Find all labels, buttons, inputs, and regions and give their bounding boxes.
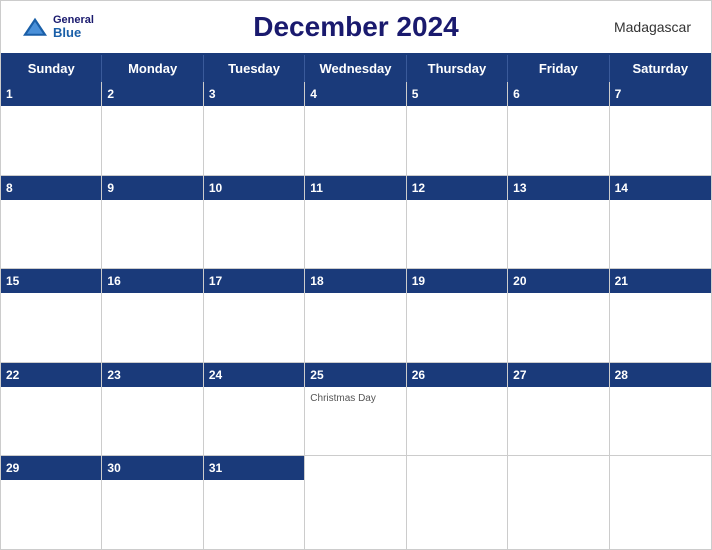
week-row-5: 29 30 31 (1, 456, 711, 549)
day-cell (610, 456, 711, 549)
day-cell: 18 (305, 269, 406, 362)
day-cell: 3 (204, 82, 305, 175)
day-cell: 24 (204, 363, 305, 456)
day-cell: 5 (407, 82, 508, 175)
calendar-grid: Sunday Monday Tuesday Wednesday Thursday… (1, 53, 711, 549)
day-number: 5 (412, 87, 419, 101)
week-row-1: 1 2 3 4 5 6 7 (1, 82, 711, 176)
day-cell (305, 456, 406, 549)
header-monday: Monday (102, 55, 203, 82)
day-cell: 2 (102, 82, 203, 175)
day-number: 15 (6, 274, 19, 288)
header-thursday: Thursday (407, 55, 508, 82)
header-saturday: Saturday (610, 55, 711, 82)
header-sunday: Sunday (1, 55, 102, 82)
day-number: 16 (107, 274, 120, 288)
day-cell: 26 (407, 363, 508, 456)
day-cell: 9 (102, 176, 203, 269)
day-cell: 4 (305, 82, 406, 175)
day-number: 26 (412, 368, 425, 382)
week-row-2: 8 9 10 11 12 13 14 (1, 176, 711, 270)
day-cell: 12 (407, 176, 508, 269)
day-cell: 23 (102, 363, 203, 456)
week-row-3: 15 16 17 18 19 20 21 (1, 269, 711, 363)
event-label: Christmas Day (310, 393, 400, 405)
day-number: 14 (615, 181, 628, 195)
day-cell: 28 (610, 363, 711, 456)
day-number: 8 (6, 181, 13, 195)
day-number: 6 (513, 87, 520, 101)
day-number: 17 (209, 274, 222, 288)
month-title: December 2024 (253, 11, 458, 43)
day-number: 3 (209, 87, 216, 101)
day-cell: 19 (407, 269, 508, 362)
day-number: 22 (6, 368, 19, 382)
day-number: 7 (615, 87, 622, 101)
day-cell: 21 (610, 269, 711, 362)
day-cell: 16 (102, 269, 203, 362)
day-number: 11 (310, 181, 323, 195)
day-number: 21 (615, 274, 628, 288)
day-number: 2 (107, 87, 114, 101)
day-cell: 6 (508, 82, 609, 175)
day-number: 24 (209, 368, 222, 382)
day-cell: 30 (102, 456, 203, 549)
header-friday: Friday (508, 55, 609, 82)
day-cell: 31 (204, 456, 305, 549)
day-number: 13 (513, 181, 526, 195)
day-number: 30 (107, 461, 120, 475)
day-number: 12 (412, 181, 425, 195)
calendar: General Blue December 2024 Madagascar Su… (0, 0, 712, 550)
header-tuesday: Tuesday (204, 55, 305, 82)
day-number: 10 (209, 181, 222, 195)
day-headers: Sunday Monday Tuesday Wednesday Thursday… (1, 55, 711, 82)
logo: General Blue (21, 14, 94, 40)
header-wednesday: Wednesday (305, 55, 406, 82)
country-label: Madagascar (614, 19, 691, 35)
day-cell: 25 Christmas Day (305, 363, 406, 456)
day-number: 1 (6, 87, 13, 101)
day-cell: 22 (1, 363, 102, 456)
day-cell: 7 (610, 82, 711, 175)
day-cell: 27 (508, 363, 609, 456)
day-cell: 8 (1, 176, 102, 269)
day-number: 4 (310, 87, 317, 101)
day-cell: 10 (204, 176, 305, 269)
day-cell (508, 456, 609, 549)
logo-blue-text: Blue (53, 26, 94, 40)
day-cell: 1 (1, 82, 102, 175)
day-number: 23 (107, 368, 120, 382)
day-cell: 14 (610, 176, 711, 269)
day-number: 28 (615, 368, 628, 382)
day-number: 29 (6, 461, 19, 475)
day-number: 31 (209, 461, 222, 475)
week-row-4: 22 23 24 25 Christmas Day 26 27 28 (1, 363, 711, 457)
day-cell: 20 (508, 269, 609, 362)
day-number: 18 (310, 274, 323, 288)
day-number: 27 (513, 368, 526, 382)
day-number: 25 (310, 368, 323, 382)
weeks-container: 1234567891011121314151617181920212223242… (1, 82, 711, 549)
day-number: 9 (107, 181, 114, 195)
logo-icon (21, 16, 49, 38)
day-cell (407, 456, 508, 549)
day-cell: 15 (1, 269, 102, 362)
day-number: 20 (513, 274, 526, 288)
day-cell: 17 (204, 269, 305, 362)
day-cell: 13 (508, 176, 609, 269)
day-cell: 29 (1, 456, 102, 549)
calendar-header: General Blue December 2024 Madagascar (1, 1, 711, 53)
day-cell: 11 (305, 176, 406, 269)
day-number: 19 (412, 274, 425, 288)
